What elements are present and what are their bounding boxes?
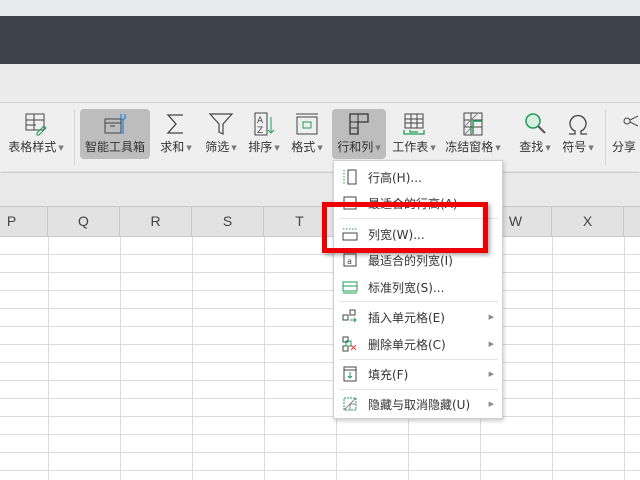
submenu-arrow-icon: ▶ xyxy=(488,400,494,408)
label: 筛选 xyxy=(205,140,230,154)
svg-text:Z: Z xyxy=(257,126,263,136)
insert-cell-icon xyxy=(342,309,357,323)
menu-item-insert-cell[interactable]: 插入单元格(E) ▶ xyxy=(334,303,502,331)
svg-text:a: a xyxy=(347,257,352,266)
search-icon xyxy=(525,113,546,134)
menu-item-standard-width[interactable]: 标准列宽(S)... xyxy=(334,273,502,301)
label: 表格样式 xyxy=(8,140,57,154)
share-button[interactable]: 分享 xyxy=(612,109,640,159)
caret-icon: ▼ xyxy=(274,143,280,152)
caret-icon: ▼ xyxy=(317,143,323,152)
freeze-panes-icon xyxy=(463,112,483,136)
hide-unhide-icon xyxy=(343,397,357,411)
column-header-row: P Q R S T W X xyxy=(0,206,640,237)
row-col-dropdown-menu: 行高(H)... a 最适合的行高(A) 列宽(W)... a 最适合的列宽(I… xyxy=(333,160,503,419)
format-icon xyxy=(296,113,318,135)
separator xyxy=(74,109,75,165)
label: 标准列宽(S)... xyxy=(368,280,445,295)
menu-item-hide-unhide[interactable]: 隐藏与取消隐藏(U) ▶ xyxy=(334,390,502,418)
label: 最适合的列宽(I) xyxy=(368,253,453,268)
label: 填充(F) xyxy=(368,367,409,382)
label: 行高(H)... xyxy=(368,170,422,185)
highlight-annotation-box xyxy=(322,202,488,253)
table-style-icon xyxy=(25,113,47,136)
ribbon-tab-area xyxy=(0,64,640,103)
format-button[interactable]: 格式 ▼ xyxy=(287,109,327,159)
label: 求和 xyxy=(160,140,185,154)
column-header-q[interactable]: Q xyxy=(48,207,120,236)
label: 智能工具箱 xyxy=(84,140,145,154)
filter-button[interactable]: 筛选 ▼ xyxy=(200,109,242,159)
caret-icon: ▼ xyxy=(186,143,192,152)
worksheet-icon xyxy=(403,113,425,135)
menu-item-delete-cell[interactable]: 删除单元格(C) ▶ xyxy=(334,330,502,358)
sort-az-icon: AZ xyxy=(254,112,275,136)
caret-icon: ▼ xyxy=(545,143,551,152)
standard-width-icon xyxy=(342,281,358,294)
label: 删除单元格(C) xyxy=(368,337,446,352)
sigma-icon xyxy=(166,114,183,134)
column-header-r[interactable]: R xyxy=(120,207,192,236)
fill-icon xyxy=(343,366,357,382)
ribbon-toolbar: 表格样式 ▼ 智能工具箱 求和 ▼ 筛选 ▼ AZ 排序 ▼ 格式 ▼ 行和列 ▼ 工作表 ▼… xyxy=(0,103,640,171)
sum-button[interactable]: 求和 ▼ xyxy=(156,109,196,159)
submenu-arrow-icon: ▶ xyxy=(488,340,494,348)
label: 插入单元格(E) xyxy=(368,310,445,325)
sort-button[interactable]: AZ 排序 ▼ xyxy=(244,109,284,159)
submenu-arrow-icon: ▶ xyxy=(488,313,494,321)
caret-icon: ▼ xyxy=(430,143,436,152)
label: 行和列 xyxy=(337,140,374,154)
symbol-button[interactable]: 符号 ▼ xyxy=(558,109,598,159)
label: 隐藏与取消隐藏(U) xyxy=(368,397,471,412)
label: 冻结窗格 xyxy=(445,140,494,154)
caret-icon: ▼ xyxy=(375,143,381,152)
filter-icon xyxy=(208,113,234,135)
caret-icon: ▼ xyxy=(231,143,237,152)
title-bar xyxy=(0,16,640,64)
menu-separator xyxy=(340,301,498,302)
label: 工作表 xyxy=(392,140,429,154)
row-col-icon xyxy=(349,113,369,135)
svg-text:A: A xyxy=(257,116,264,126)
menu-item-fill[interactable]: 填充(F) ▶ xyxy=(334,360,502,388)
formula-bar xyxy=(0,172,640,206)
caret-icon: ▼ xyxy=(588,143,594,152)
label: 分享 xyxy=(612,140,637,154)
label: 查找 xyxy=(519,140,544,154)
column-header-x[interactable]: X xyxy=(552,207,624,236)
label: 排序 xyxy=(248,140,273,154)
row-col-button[interactable]: 行和列 ▼ xyxy=(332,109,386,159)
submenu-arrow-icon: ▶ xyxy=(488,370,494,378)
freeze-panes-button[interactable]: 冻结窗格 ▼ xyxy=(445,109,501,159)
title-strip xyxy=(0,0,640,16)
label: 符号 xyxy=(562,140,587,154)
find-button[interactable]: 查找 ▼ xyxy=(515,109,555,159)
autofit-column-icon: a xyxy=(343,253,357,267)
share-icon xyxy=(623,115,639,127)
delete-cell-icon xyxy=(342,336,357,352)
cell-grid[interactable] xyxy=(0,237,640,480)
column-header-s[interactable]: S xyxy=(192,207,264,236)
row-height-icon xyxy=(343,169,357,185)
table-style-button[interactable]: 表格样式 ▼ xyxy=(4,109,68,159)
caret-icon: ▼ xyxy=(495,143,501,152)
label: 格式 xyxy=(291,140,316,154)
smart-toolbox-button[interactable]: 智能工具箱 xyxy=(80,109,150,159)
column-header-p[interactable]: P xyxy=(0,207,48,236)
caret-icon: ▼ xyxy=(58,143,64,152)
worksheet-button[interactable]: 工作表 ▼ xyxy=(392,109,436,159)
separator xyxy=(605,109,606,165)
omega-icon xyxy=(569,115,587,135)
menu-item-row-height[interactable]: 行高(H)... xyxy=(334,163,502,191)
toolbox-icon xyxy=(104,114,126,134)
